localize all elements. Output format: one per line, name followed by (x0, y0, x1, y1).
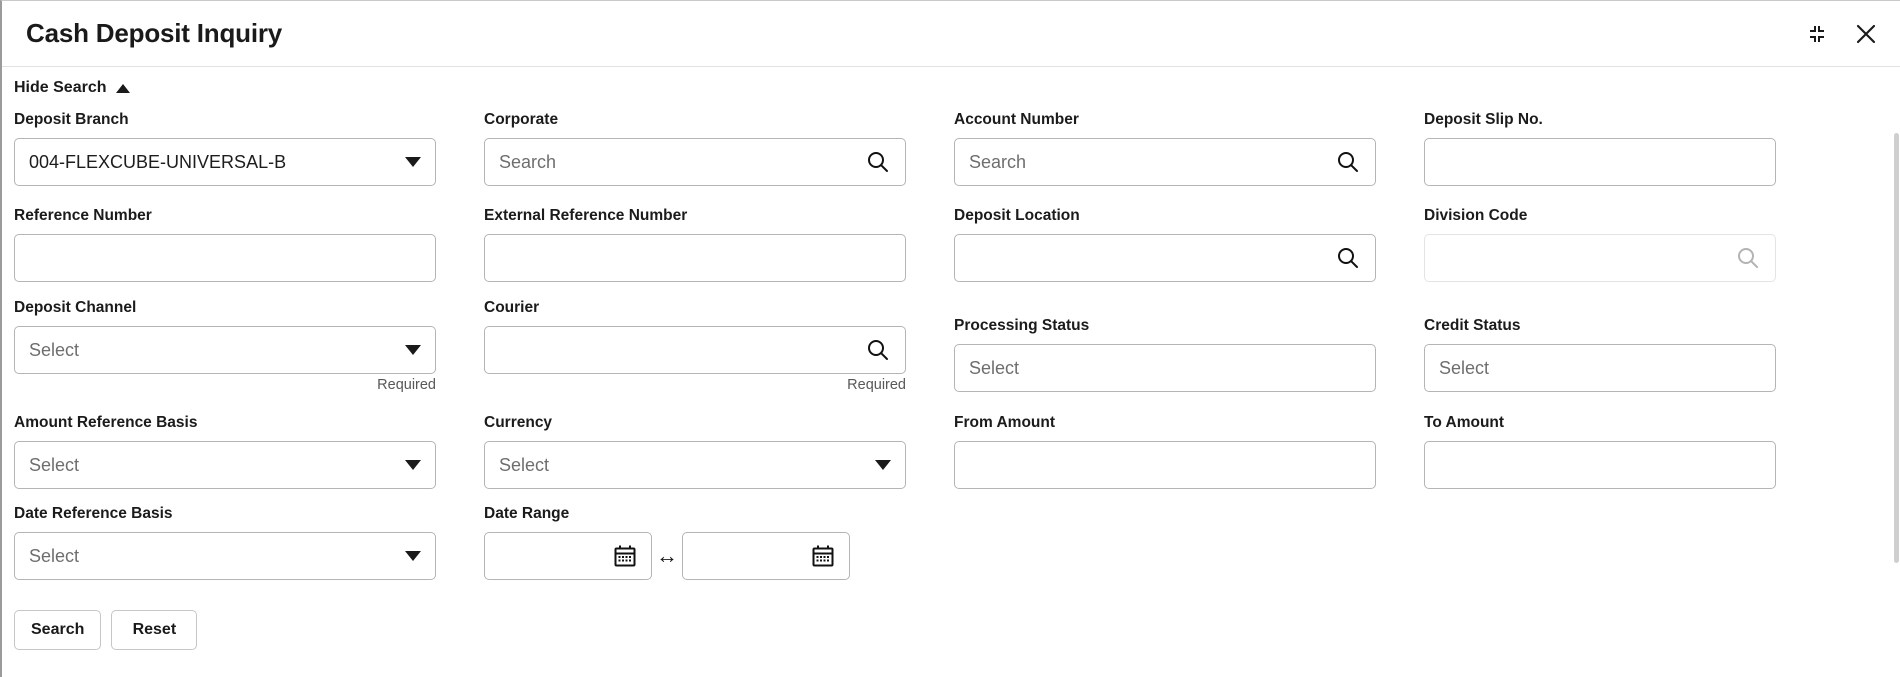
label-account-number: Account Number (954, 111, 1079, 128)
field-deposit-channel: Deposit Channel Select Required (14, 299, 484, 414)
label-date-reference-basis: Date Reference Basis (14, 505, 173, 522)
search-icon[interactable] (1335, 245, 1361, 271)
label-credit-status: Credit Status (1424, 317, 1521, 334)
field-corporate: Corporate Search (484, 111, 954, 207)
processing-status-placeholder: Select (969, 357, 1020, 378)
close-icon[interactable] (1854, 22, 1878, 46)
processing-status-multiselect[interactable]: Select (954, 344, 1376, 392)
field-division-code: Division Code (1424, 207, 1824, 299)
field-amount-reference-basis: Amount Reference Basis Select (14, 414, 484, 505)
to-amount-input[interactable] (1424, 441, 1776, 489)
field-to-amount: To Amount (1424, 414, 1824, 505)
reference-number-input[interactable] (14, 234, 436, 282)
deposit-branch-value: 004-FLEXCUBE-UNIVERSAL-B (29, 151, 287, 172)
chevron-down-icon (875, 460, 891, 470)
chevron-down-icon (405, 460, 421, 470)
account-number-placeholder: Search (969, 151, 1027, 172)
field-deposit-branch: Deposit Branch 004-FLEXCUBE-UNIVERSAL-B (14, 111, 484, 207)
titlebar-actions (1806, 22, 1878, 46)
courier-lov[interactable] (484, 326, 906, 374)
external-reference-number-input[interactable] (484, 234, 906, 282)
account-number-lov[interactable]: Search (954, 138, 1376, 186)
date-range-group: ↔ (484, 532, 906, 580)
date-range-separator-icon: ↔ (656, 543, 678, 568)
credit-status-multiselect[interactable]: Select (1424, 344, 1776, 392)
date-reference-basis-placeholder: Select (29, 545, 80, 566)
credit-status-placeholder: Select (1439, 357, 1490, 378)
amount-reference-basis-select[interactable]: Select (14, 441, 436, 489)
label-processing-status: Processing Status (954, 317, 1090, 334)
field-processing-status: Processing Status Select (954, 299, 1424, 414)
chevron-down-icon (405, 551, 421, 561)
label-currency: Currency (484, 414, 553, 431)
deposit-location-lov[interactable] (954, 234, 1376, 282)
field-currency: Currency Select (484, 414, 954, 505)
field-spacer-1 (954, 505, 1424, 600)
field-deposit-location: Deposit Location (954, 207, 1424, 299)
calendar-icon[interactable] (613, 544, 637, 568)
label-reference-number: Reference Number (14, 207, 152, 224)
search-icon[interactable] (1335, 149, 1361, 175)
window-titlebar: Cash Deposit Inquiry (2, 1, 1900, 67)
label-deposit-slip-no: Deposit Slip No. (1424, 111, 1543, 128)
label-deposit-location: Deposit Location (954, 207, 1080, 224)
corporate-lov[interactable]: Search (484, 138, 906, 186)
label-deposit-channel: Deposit Channel (14, 299, 137, 316)
field-from-amount: From Amount (954, 414, 1424, 505)
deposit-branch-select[interactable]: 004-FLEXCUBE-UNIVERSAL-B (14, 138, 436, 186)
field-account-number: Account Number Search (954, 111, 1424, 207)
date-range-to-input[interactable] (682, 532, 850, 580)
page-title: Cash Deposit Inquiry (26, 18, 283, 48)
label-date-range: Date Range (484, 505, 570, 522)
calendar-icon[interactable] (811, 544, 835, 568)
chevron-down-icon (405, 345, 421, 355)
chevron-up-icon (116, 83, 131, 93)
search-panel: Hide Search Deposit Branch 004-FLEXCUBE-… (2, 67, 1900, 677)
cash-deposit-inquiry-window: Cash Deposit Inquiry Hide Search Deposit… (0, 0, 1900, 677)
field-courier: Courier Required (484, 299, 954, 414)
field-credit-status: Credit Status Select (1424, 299, 1824, 414)
label-courier: Courier (484, 299, 540, 316)
hide-search-toggle[interactable]: Hide Search (14, 67, 131, 103)
from-amount-input[interactable] (954, 441, 1376, 489)
field-external-reference-number: External Reference Number (484, 207, 954, 299)
deposit-channel-placeholder: Select (29, 339, 80, 360)
currency-select[interactable]: Select (484, 441, 906, 489)
hide-search-label: Hide Search (14, 79, 107, 96)
label-to-amount: To Amount (1424, 414, 1505, 431)
search-icon[interactable] (865, 149, 891, 175)
label-external-reference-number: External Reference Number (484, 207, 688, 224)
field-deposit-slip-no: Deposit Slip No. (1424, 111, 1824, 207)
label-amount-reference-basis: Amount Reference Basis (14, 414, 198, 431)
vertical-scrollbar[interactable] (1892, 133, 1900, 677)
field-reference-number: Reference Number (14, 207, 484, 299)
courier-required-hint: Required (847, 377, 906, 393)
field-date-range: Date Range ↔ (484, 505, 954, 600)
date-reference-basis-select[interactable]: Select (14, 532, 436, 580)
currency-placeholder: Select (499, 454, 550, 475)
search-icon[interactable] (865, 337, 891, 363)
date-range-from-input[interactable] (484, 532, 652, 580)
collapse-corners-icon[interactable] (1806, 23, 1828, 45)
search-button[interactable]: Search (14, 610, 102, 650)
reset-button[interactable]: Reset (111, 610, 198, 650)
label-from-amount: From Amount (954, 414, 1056, 431)
deposit-channel-required-hint: Required (377, 377, 436, 393)
search-form-grid: Deposit Branch 004-FLEXCUBE-UNIVERSAL-B … (14, 103, 1876, 600)
chevron-down-icon (405, 157, 421, 167)
search-actions: Search Reset (14, 600, 1876, 650)
corporate-placeholder: Search (499, 151, 557, 172)
label-deposit-branch: Deposit Branch (14, 111, 129, 128)
scrollbar-thumb[interactable] (1894, 133, 1899, 563)
field-spacer-2 (1424, 505, 1824, 600)
field-date-reference-basis: Date Reference Basis Select (14, 505, 484, 600)
deposit-channel-select[interactable]: Select (14, 326, 436, 374)
division-code-lov (1424, 234, 1776, 282)
label-corporate: Corporate (484, 111, 559, 128)
amount-reference-basis-placeholder: Select (29, 454, 80, 475)
deposit-slip-no-input[interactable] (1424, 138, 1776, 186)
label-division-code: Division Code (1424, 207, 1528, 224)
search-icon (1735, 245, 1761, 271)
